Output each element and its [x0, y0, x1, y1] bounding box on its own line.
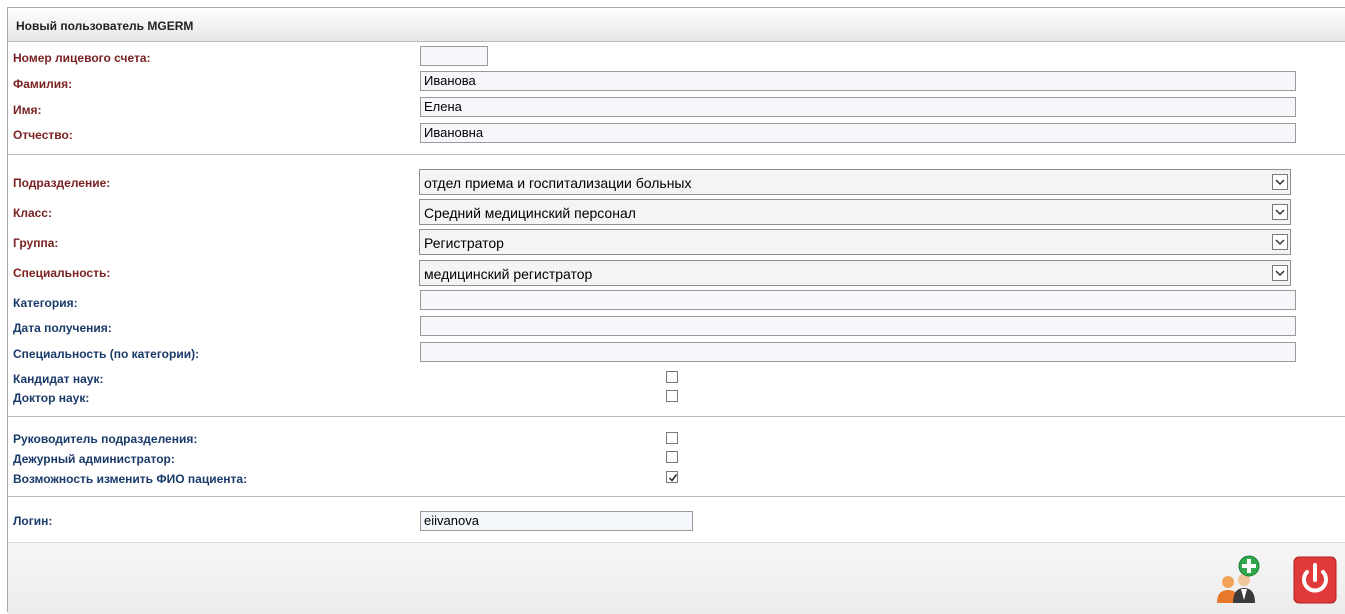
department-value: отдел приема и госпитализации больных — [424, 175, 692, 191]
department-label: Подразделение: — [13, 176, 111, 190]
lastname-label: Фамилия: — [13, 77, 73, 91]
department-select[interactable]: отдел приема и госпитализации больных — [419, 169, 1291, 195]
firstname-input[interactable]: Елена — [420, 97, 1296, 117]
account-label: Номер лицевого счета: — [13, 51, 151, 65]
chevron-down-icon[interactable] — [1272, 204, 1288, 220]
group-select[interactable]: Регистратор — [419, 229, 1291, 255]
section-divider — [8, 496, 1345, 497]
cat-specialty-input[interactable] — [420, 342, 1296, 362]
close-button[interactable] — [1293, 556, 1337, 604]
category-input[interactable] — [420, 290, 1296, 310]
cat-specialty-label: Специальность (по категории): — [13, 347, 200, 361]
change-fio-checkbox[interactable] — [666, 471, 678, 483]
date-label: Дата получения: — [13, 321, 112, 335]
class-label: Класс: — [13, 206, 52, 220]
date-input[interactable] — [420, 316, 1296, 336]
new-user-panel: Новый пользователь MGERM Номер лицевого … — [7, 7, 1345, 614]
group-value: Регистратор — [424, 235, 504, 251]
add-user-icon — [1217, 555, 1260, 603]
head-label: Руководитель подразделения: — [13, 432, 198, 446]
section-divider — [8, 154, 1345, 155]
doctor-label: Доктор наук: — [13, 391, 90, 405]
change-fio-label: Возможность изменить ФИО пациента: — [13, 472, 248, 486]
candidate-label: Кандидат наук: — [13, 372, 104, 386]
candidate-checkbox[interactable] — [666, 371, 678, 383]
class-select[interactable]: Средний медицинский персонал — [419, 199, 1291, 225]
chevron-down-icon[interactable] — [1272, 265, 1288, 281]
chevron-down-icon[interactable] — [1272, 234, 1288, 250]
firstname-label: Имя: — [13, 103, 42, 117]
panel-header: Новый пользователь MGERM — [8, 8, 1345, 42]
chevron-down-icon[interactable] — [1272, 174, 1288, 190]
duty-admin-label: Дежурный администратор: — [13, 452, 175, 466]
specialty-value: медицинский регистратор — [424, 266, 593, 282]
account-number-input[interactable] — [420, 46, 488, 66]
patronymic-label: Отчество: — [13, 128, 73, 142]
duty-admin-checkbox[interactable] — [666, 451, 678, 463]
patronymic-input[interactable]: Ивановна — [420, 123, 1296, 143]
add-user-button[interactable] — [1215, 555, 1263, 605]
checkmark-icon — [668, 474, 678, 482]
lastname-input[interactable]: Иванова — [420, 71, 1296, 91]
category-label: Категория: — [13, 296, 78, 310]
group-label: Группа: — [13, 236, 59, 250]
section-divider — [8, 416, 1345, 417]
login-label: Логин: — [13, 514, 53, 528]
doctor-checkbox[interactable] — [666, 390, 678, 402]
specialty-select[interactable]: медицинский регистратор — [419, 260, 1291, 286]
head-checkbox[interactable] — [666, 432, 678, 444]
class-value: Средний медицинский персонал — [424, 205, 636, 221]
action-footer — [8, 542, 1345, 614]
power-icon — [1293, 556, 1337, 604]
login-input[interactable]: eiivanova — [420, 511, 693, 531]
specialty-label: Специальность: — [13, 266, 111, 280]
panel-title: Новый пользователь MGERM — [16, 19, 194, 33]
